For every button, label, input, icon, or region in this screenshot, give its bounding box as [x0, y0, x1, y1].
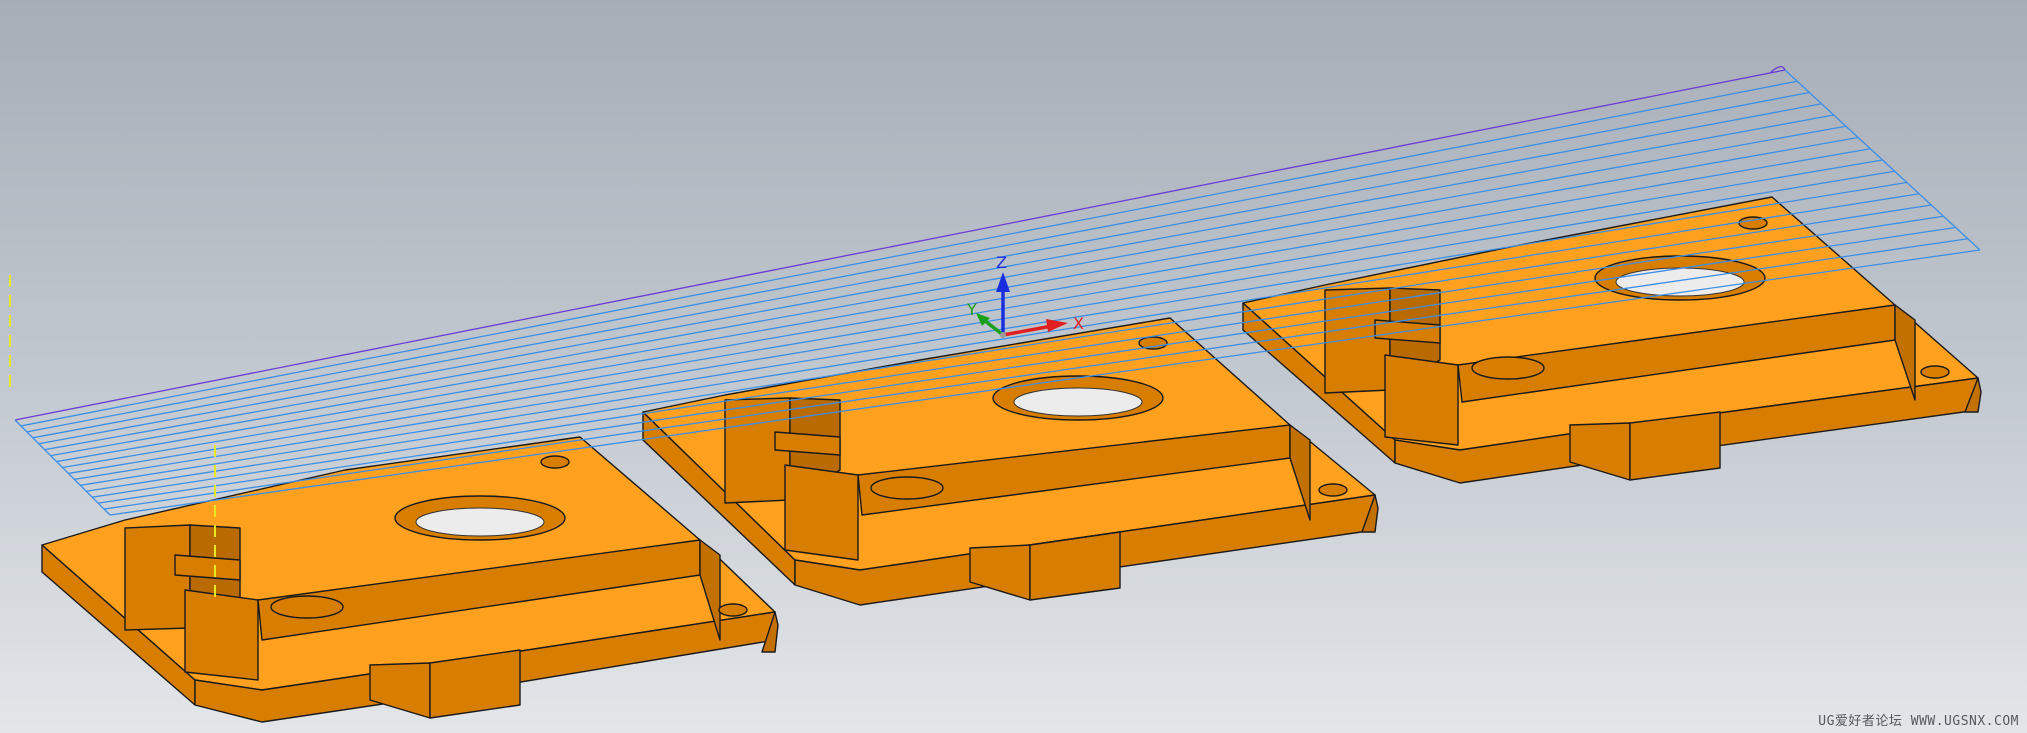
- graphics-viewport[interactable]: Z X Y UG爱好者论坛 WWW.UGSNX.COM: [0, 0, 2027, 733]
- y-axis-label: Y: [966, 300, 977, 319]
- y-axis-line: [982, 318, 1005, 337]
- z-axis-label: Z: [996, 253, 1007, 272]
- cad-scene[interactable]: Z X Y: [0, 0, 2027, 733]
- watermark-text: UG爱好者论坛 WWW.UGSNX.COM: [1818, 714, 2019, 729]
- z-axis-arrowhead: [996, 272, 1010, 292]
- toolpath-left-stepover: [14, 419, 111, 516]
- x-axis-label: X: [1073, 314, 1084, 333]
- part-middle[interactable]: [642, 317, 1379, 606]
- wcs-origin: [1000, 332, 1006, 338]
- part-left[interactable]: [41, 436, 779, 723]
